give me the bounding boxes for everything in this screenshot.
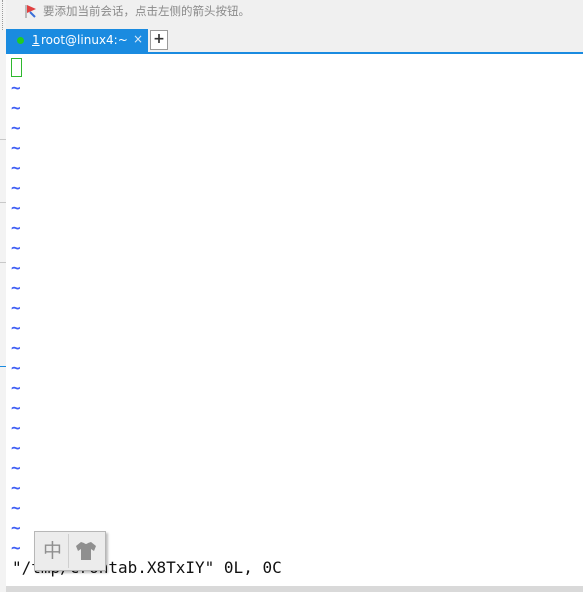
empty-line-tilde: ~: [11, 118, 21, 137]
empty-line-markers: ~ ~ ~ ~ ~ ~ ~ ~ ~ ~ ~ ~ ~ ~ ~ ~ ~ ~ ~ ~ ~ ~ ~ ~: [11, 78, 21, 558]
empty-line-tilde: ~: [11, 138, 21, 157]
empty-line-tilde: ~: [11, 438, 21, 457]
session-hint-bar: 要添加当前会话，点击左侧的箭头按钮。: [6, 0, 583, 27]
add-tab-button[interactable]: +: [150, 30, 168, 50]
empty-line-tilde: ~: [11, 78, 21, 97]
ime-toolbar[interactable]: 中: [34, 531, 106, 571]
connection-status-icon: [17, 37, 24, 44]
tab-bar: 1 root@linux4:~ × +: [6, 27, 583, 54]
empty-line-tilde: ~: [11, 338, 21, 357]
horizontal-scrollbar[interactable]: [6, 586, 583, 592]
empty-line-tilde: ~: [11, 518, 21, 537]
empty-line-tilde: ~: [11, 218, 21, 237]
empty-line-tilde: ~: [11, 378, 21, 397]
tab-session-root-linux4[interactable]: 1 root@linux4:~ ×: [6, 29, 148, 52]
close-icon[interactable]: ×: [133, 32, 143, 47]
terminal-area[interactable]: ~ ~ ~ ~ ~ ~ ~ ~ ~ ~ ~ ~ ~ ~ ~ ~ ~ ~ ~ ~ ~ ~ ~ ~ "/tmp/crontab.X…: [6, 54, 583, 586]
text-cursor: [11, 58, 22, 77]
empty-line-tilde: ~: [11, 278, 21, 297]
empty-line-tilde: ~: [11, 398, 21, 417]
empty-line-tilde: ~: [11, 418, 21, 437]
empty-line-tilde: ~: [11, 318, 21, 337]
empty-line-tilde: ~: [11, 98, 21, 117]
empty-line-tilde: ~: [11, 298, 21, 317]
empty-line-tilde: ~: [11, 498, 21, 517]
empty-line-tilde: ~: [11, 478, 21, 497]
empty-line-tilde: ~: [11, 178, 21, 197]
ime-mode-button[interactable]: 中: [37, 534, 69, 568]
tab-number: 1: [32, 33, 40, 47]
hint-text: 要添加当前会话，点击左侧的箭头按钮。: [43, 4, 250, 18]
empty-line-tilde: ~: [11, 198, 21, 217]
shirt-icon[interactable]: [73, 540, 99, 562]
empty-line-tilde: ~: [11, 158, 21, 177]
empty-line-tilde: ~: [11, 458, 21, 477]
empty-line-tilde: ~: [11, 258, 21, 277]
empty-line-tilde: ~: [11, 358, 21, 377]
gutter-dotted-line: [2, 0, 3, 30]
tab-title: root@linux4:~: [41, 33, 128, 47]
empty-line-tilde: ~: [11, 238, 21, 257]
red-arrow-bookmark-icon[interactable]: [24, 4, 38, 19]
